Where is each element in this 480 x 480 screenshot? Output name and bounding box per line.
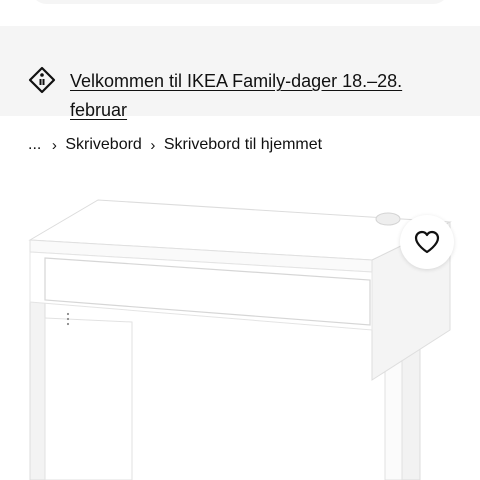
chevron-right-icon: › [51,136,57,154]
promo-link[interactable]: Velkommen til IKEA Family-dager 18.–28. … [70,67,450,125]
search-bar-edge[interactable] [0,0,480,4]
breadcrumb-ellipsis[interactable]: ... [28,136,41,154]
promo-banner[interactable]: Velkommen til IKEA Family-dager 18.–28. … [0,26,480,120]
breadcrumb-item-current[interactable]: Skrivebord til hjemmet [164,136,322,154]
breadcrumb-item-skrivebord[interactable]: Skrivebord [65,136,141,154]
price-tag-icon [28,66,56,94]
search-bar-pill[interactable] [30,0,450,4]
heart-outline-icon [414,230,440,254]
favorite-button[interactable] [400,215,454,269]
chevron-right-icon: › [150,136,156,154]
breadcrumb: ... › Skrivebord › Skrivebord til hjemme… [28,133,322,157]
